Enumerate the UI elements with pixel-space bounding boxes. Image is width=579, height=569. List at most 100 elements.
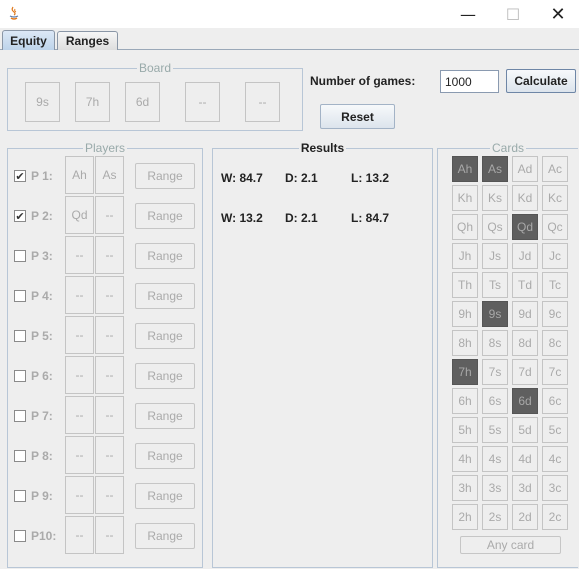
any-card-button[interactable]: Any card (460, 536, 561, 554)
card-cell-Ts[interactable]: Ts (482, 272, 508, 298)
card-cell-3h[interactable]: 3h (452, 475, 478, 501)
player-checkbox[interactable] (14, 490, 26, 502)
card-cell-9d[interactable]: 9d (512, 301, 538, 327)
player-checkbox[interactable] (14, 530, 26, 542)
games-input[interactable]: 1000 (440, 70, 499, 93)
card-cell-3c[interactable]: 3c (542, 475, 568, 501)
player-checkbox[interactable] (14, 250, 26, 262)
player-checkbox[interactable]: ✔ (14, 170, 26, 182)
board-card-3[interactable]: 6d (125, 82, 160, 122)
card-cell-Kc[interactable]: Kc (542, 185, 568, 211)
card-cell-Kh[interactable]: Kh (452, 185, 478, 211)
card-cell-8d[interactable]: 8d (512, 330, 538, 356)
player-card-2[interactable]: -- (95, 476, 124, 514)
card-cell-3s[interactable]: 3s (482, 475, 508, 501)
card-cell-4s[interactable]: 4s (482, 446, 508, 472)
card-cell-8h[interactable]: 8h (452, 330, 478, 356)
card-cell-Qs[interactable]: Qs (482, 214, 508, 240)
player-card-2[interactable]: -- (95, 396, 124, 434)
tab-equity[interactable]: Equity (2, 30, 55, 50)
player-card-1[interactable]: -- (65, 396, 94, 434)
player-card-2[interactable]: -- (95, 316, 124, 354)
card-cell-Jc[interactable]: Jc (542, 243, 568, 269)
player-card-1[interactable]: -- (65, 236, 94, 274)
board-card-1[interactable]: 9s (25, 82, 60, 122)
card-cell-7s[interactable]: 7s (482, 359, 508, 385)
player-checkbox[interactable] (14, 290, 26, 302)
player-checkbox[interactable] (14, 370, 26, 382)
card-cell-8c[interactable]: 8c (542, 330, 568, 356)
minimize-button[interactable]: — (445, 0, 491, 28)
player-card-1[interactable]: -- (65, 516, 94, 554)
board-card-4[interactable]: -- (185, 82, 220, 122)
card-cell-2h[interactable]: 2h (452, 504, 478, 530)
player-checkbox[interactable]: ✔ (14, 210, 26, 222)
player-card-2[interactable]: -- (95, 356, 124, 394)
card-cell-Qd[interactable]: Qd (512, 214, 538, 240)
maximize-button[interactable]: ☐ (490, 0, 536, 28)
card-cell-Ad[interactable]: Ad (512, 156, 538, 182)
card-cell-Ac[interactable]: Ac (542, 156, 568, 182)
player-card-1[interactable]: Ah (65, 156, 94, 194)
tab-ranges[interactable]: Ranges (57, 31, 118, 50)
player-card-2[interactable]: -- (95, 436, 124, 474)
player-card-1[interactable]: Qd (65, 196, 94, 234)
player-card-2[interactable]: -- (95, 236, 124, 274)
card-cell-Jh[interactable]: Jh (452, 243, 478, 269)
card-cell-4d[interactable]: 4d (512, 446, 538, 472)
card-cell-5d[interactable]: 5d (512, 417, 538, 443)
range-button[interactable]: Range (135, 243, 195, 269)
player-checkbox[interactable] (14, 450, 26, 462)
card-cell-7d[interactable]: 7d (512, 359, 538, 385)
card-cell-As[interactable]: As (482, 156, 508, 182)
card-cell-Kd[interactable]: Kd (512, 185, 538, 211)
player-card-2[interactable]: -- (95, 276, 124, 314)
player-card-2[interactable]: -- (95, 516, 124, 554)
card-cell-5s[interactable]: 5s (482, 417, 508, 443)
card-cell-6h[interactable]: 6h (452, 388, 478, 414)
card-cell-Jd[interactable]: Jd (512, 243, 538, 269)
card-cell-9c[interactable]: 9c (542, 301, 568, 327)
card-cell-Qc[interactable]: Qc (542, 214, 568, 240)
player-card-1[interactable]: -- (65, 436, 94, 474)
card-cell-8s[interactable]: 8s (482, 330, 508, 356)
card-cell-3d[interactable]: 3d (512, 475, 538, 501)
card-cell-6s[interactable]: 6s (482, 388, 508, 414)
card-cell-2c[interactable]: 2c (542, 504, 568, 530)
player-card-1[interactable]: -- (65, 356, 94, 394)
card-cell-Th[interactable]: Th (452, 272, 478, 298)
card-cell-6c[interactable]: 6c (542, 388, 568, 414)
range-button[interactable]: Range (135, 203, 195, 229)
range-button[interactable]: Range (135, 443, 195, 469)
calculate-button[interactable]: Calculate (506, 69, 576, 93)
player-card-2[interactable]: As (95, 156, 124, 194)
card-cell-Ks[interactable]: Ks (482, 185, 508, 211)
player-card-1[interactable]: -- (65, 316, 94, 354)
player-card-1[interactable]: -- (65, 476, 94, 514)
range-button[interactable]: Range (135, 323, 195, 349)
player-card-2[interactable]: -- (95, 196, 124, 234)
card-cell-Js[interactable]: Js (482, 243, 508, 269)
range-button[interactable]: Range (135, 363, 195, 389)
range-button[interactable]: Range (135, 523, 195, 549)
card-cell-5c[interactable]: 5c (542, 417, 568, 443)
card-cell-9h[interactable]: 9h (452, 301, 478, 327)
player-checkbox[interactable] (14, 410, 26, 422)
card-cell-2d[interactable]: 2d (512, 504, 538, 530)
card-cell-Ah[interactable]: Ah (452, 156, 478, 182)
card-cell-Tc[interactable]: Tc (542, 272, 568, 298)
card-cell-2s[interactable]: 2s (482, 504, 508, 530)
range-button[interactable]: Range (135, 283, 195, 309)
card-cell-5h[interactable]: 5h (452, 417, 478, 443)
card-cell-4c[interactable]: 4c (542, 446, 568, 472)
range-button[interactable]: Range (135, 163, 195, 189)
card-cell-9s[interactable]: 9s (482, 301, 508, 327)
player-card-1[interactable]: -- (65, 276, 94, 314)
card-cell-6d[interactable]: 6d (512, 388, 538, 414)
card-cell-4h[interactable]: 4h (452, 446, 478, 472)
card-cell-Td[interactable]: Td (512, 272, 538, 298)
reset-button[interactable]: Reset (320, 104, 395, 129)
board-card-2[interactable]: 7h (75, 82, 110, 122)
player-checkbox[interactable] (14, 330, 26, 342)
range-button[interactable]: Range (135, 403, 195, 429)
